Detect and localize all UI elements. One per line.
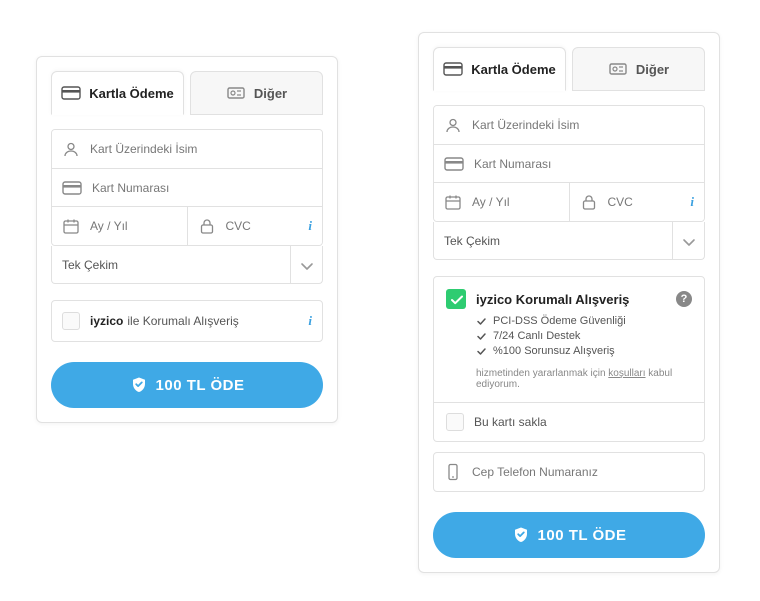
expiry-placeholder: Ay / Yıl — [472, 195, 510, 209]
check-icon — [476, 331, 487, 341]
card-icon — [443, 60, 463, 78]
protected-shopping-block: iyzico Korumalı Alışveriş ? PCI-DSS Ödem… — [433, 276, 705, 442]
chevron-down-icon — [672, 222, 704, 259]
tabs: Kartla Ödeme Diğer — [433, 47, 705, 91]
shield-icon — [512, 526, 530, 544]
cvc-placeholder: CVC — [608, 195, 633, 209]
tab-card-label: Kartla Ödeme — [471, 62, 556, 77]
cvc-input[interactable]: CVC i — [187, 207, 323, 245]
cardholder-placeholder: Kart Üzerindeki İsim — [472, 118, 579, 132]
tab-card-label: Kartla Ödeme — [89, 86, 174, 101]
bullet-item: %100 Sorunsuz Alışveriş — [476, 345, 692, 357]
installment-selected: Tek Çekim — [444, 234, 500, 248]
bullet-item: 7/24 Canlı Destek — [476, 330, 692, 342]
bullet-item: PCI-DSS Ödeme Güvenliği — [476, 315, 692, 327]
tab-other-label: Diğer — [254, 86, 287, 101]
lock-icon — [198, 218, 216, 235]
pay-button[interactable]: 100 TL ÖDE — [51, 362, 323, 408]
installment-select[interactable]: Tek Çekim — [433, 222, 705, 260]
card-icon — [61, 84, 81, 102]
expiry-input[interactable]: Ay / Yıl — [434, 183, 569, 221]
tab-card-payment[interactable]: Kartla Ödeme — [433, 47, 566, 91]
protected-shopping-checkbox[interactable]: iyzico Korumalı Alışveriş ? — [434, 277, 704, 315]
cardholder-placeholder: Kart Üzerindeki İsim — [90, 142, 197, 156]
other-icon — [608, 60, 628, 78]
protect-bullets: PCI-DSS Ödeme Güvenliği 7/24 Canlı Deste… — [434, 315, 704, 366]
protect-info-icon[interactable]: i — [308, 313, 312, 329]
checkbox-unchecked — [446, 413, 464, 431]
calendar-icon — [62, 218, 80, 235]
tab-card-payment[interactable]: Kartla Ödeme — [51, 71, 184, 115]
check-icon — [476, 346, 487, 356]
card-number-input[interactable]: Kart Numarası — [52, 168, 322, 206]
person-icon — [62, 141, 80, 158]
bullet-text: 7/24 Canlı Destek — [493, 330, 580, 342]
save-card-label: Bu kartı sakla — [474, 415, 547, 429]
calendar-icon — [444, 194, 462, 211]
terms-link[interactable]: koşulları — [608, 368, 645, 379]
lock-icon — [580, 194, 598, 211]
cardholder-name-input[interactable]: Kart Üzerindeki İsim — [434, 106, 704, 144]
protect-terms: hizmetinden yararlanmak için koşulları k… — [434, 366, 704, 403]
expiry-input[interactable]: Ay / Yıl — [52, 207, 187, 245]
card-icon — [444, 155, 464, 173]
card-icon — [62, 179, 82, 197]
protect-title: iyzico Korumalı Alışveriş — [476, 292, 629, 307]
protect-brand: iyzico — [90, 314, 123, 328]
terms-prefix: hizmetinden yararlanmak için — [476, 368, 608, 379]
checkbox-unchecked — [62, 312, 80, 330]
tabs: Kartla Ödeme Diğer — [51, 71, 323, 115]
protected-shopping-checkbox[interactable]: iyzico ile Korumalı Alışveriş i — [51, 300, 323, 342]
save-card-checkbox[interactable]: Bu kartı sakla — [434, 403, 704, 441]
phone-placeholder: Cep Telefon Numaranız — [472, 465, 598, 479]
cvc-info-icon[interactable]: i — [308, 218, 312, 234]
card-number-placeholder: Kart Numarası — [92, 181, 169, 195]
card-fields: Kart Üzerindeki İsim Kart Numarası Ay / … — [433, 105, 705, 222]
shield-icon — [130, 376, 148, 394]
pay-label: 100 TL ÖDE — [156, 377, 245, 394]
bullet-text: PCI-DSS Ödeme Güvenliği — [493, 315, 626, 327]
tab-other[interactable]: Diğer — [572, 47, 705, 91]
other-icon — [226, 84, 246, 102]
cardholder-name-input[interactable]: Kart Üzerindeki İsim — [52, 130, 322, 168]
tab-other[interactable]: Diğer — [190, 71, 323, 115]
pay-label: 100 TL ÖDE — [538, 527, 627, 544]
phone-input[interactable]: Cep Telefon Numaranız — [433, 452, 705, 492]
checkbox-checked — [446, 289, 466, 309]
person-icon — [444, 117, 462, 134]
cvc-input[interactable]: CVC i — [569, 183, 705, 221]
card-number-placeholder: Kart Numarası — [474, 157, 551, 171]
checkout-panel-right: Kartla Ödeme Diğer Kart Üzerindeki İsim … — [418, 32, 720, 573]
chevron-down-icon — [290, 246, 322, 283]
card-fields: Kart Üzerindeki İsim Kart Numarası Ay / … — [51, 129, 323, 246]
checkout-panel-left: Kartla Ödeme Diğer Kart Üzerindeki İsim … — [36, 56, 338, 423]
installment-select[interactable]: Tek Çekim — [51, 246, 323, 284]
cvc-placeholder: CVC — [226, 219, 251, 233]
expiry-placeholder: Ay / Yıl — [90, 219, 128, 233]
phone-icon — [444, 463, 462, 481]
tab-other-label: Diğer — [636, 62, 669, 77]
protect-text: ile Korumalı Alışveriş — [127, 314, 238, 328]
bullet-text: %100 Sorunsuz Alışveriş — [493, 345, 615, 357]
installment-selected: Tek Çekim — [62, 258, 118, 272]
pay-button[interactable]: 100 TL ÖDE — [433, 512, 705, 558]
check-icon — [476, 316, 487, 326]
card-number-input[interactable]: Kart Numarası — [434, 144, 704, 182]
help-icon[interactable]: ? — [676, 291, 692, 307]
cvc-info-icon[interactable]: i — [690, 194, 694, 210]
